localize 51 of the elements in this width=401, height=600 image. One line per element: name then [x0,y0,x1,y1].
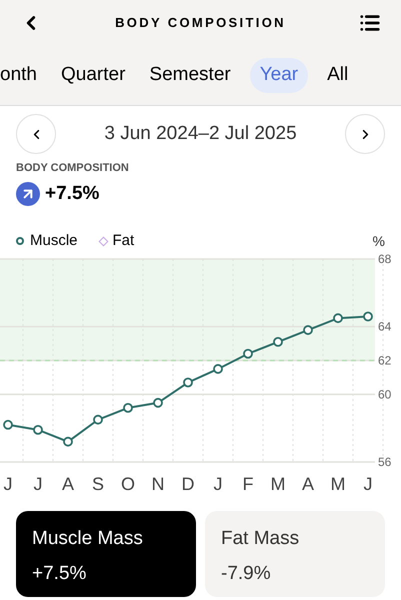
data-point [243,348,253,359]
axis-tick-label: N [152,474,164,494]
data-point [63,436,73,447]
summary-change: +7.5% [45,182,100,206]
axis-tick-label: J [34,474,42,494]
data-point [363,312,373,322]
axis-tick-label: J [214,474,222,494]
period-tab[interactable]: onth [0,58,42,93]
legend-label: Muscle [30,230,78,251]
card-title: Muscle Mass [32,527,144,551]
data-point [153,398,163,408]
unit-label: % [372,232,385,250]
card-value: +7.5% [32,562,88,586]
trend-up-icon [16,182,40,206]
axis-tick-label: S [92,474,104,494]
data-point [93,414,103,425]
period-tab[interactable]: Year [250,58,308,93]
axis-tick-label: D [182,474,194,494]
axis-tick-label: F [242,474,254,494]
menu-icon[interactable] [358,12,381,34]
axis-tick-label: 64 [378,320,392,334]
data-point [33,424,43,435]
card-title: Fat Mass [221,527,300,551]
metric-card[interactable]: Muscle Mass +7.5% [16,511,196,597]
axis-tick-label: A [62,474,74,494]
axis-tick-label: M [270,474,286,494]
date-range: 3 Jun 2024–2 Jul 2025 [104,122,297,146]
axis-tick-label: J [4,474,12,494]
axis-tick-label: A [302,474,314,494]
data-point [123,402,133,413]
data-point [3,420,13,430]
axis-tick-label: O [121,474,135,494]
period-tab[interactable]: Quarter [56,58,130,93]
axis-tick-label: 62 [378,354,392,368]
page-title: BODY COMPOSITION [115,14,286,32]
period-tab[interactable]: All [322,58,354,93]
data-point [273,337,283,347]
axis-tick-label: M [330,474,346,494]
data-point [303,325,313,335]
period-tab[interactable]: Semester [144,58,236,93]
axis-tick-label: 60 [378,387,392,402]
data-point [183,378,193,388]
legend-label: Fat [112,230,134,251]
card-value: -7.9% [221,562,272,586]
axis-tick-label: 68 [378,252,392,266]
data-point [333,313,343,324]
axis-tick-label: J [364,474,372,494]
summary-label: BODY COMPOSITION [16,161,130,176]
data-point [213,364,223,374]
axis-tick-label: 56 [378,455,392,469]
metric-card[interactable]: Fat Mass -7.9% [205,511,385,597]
